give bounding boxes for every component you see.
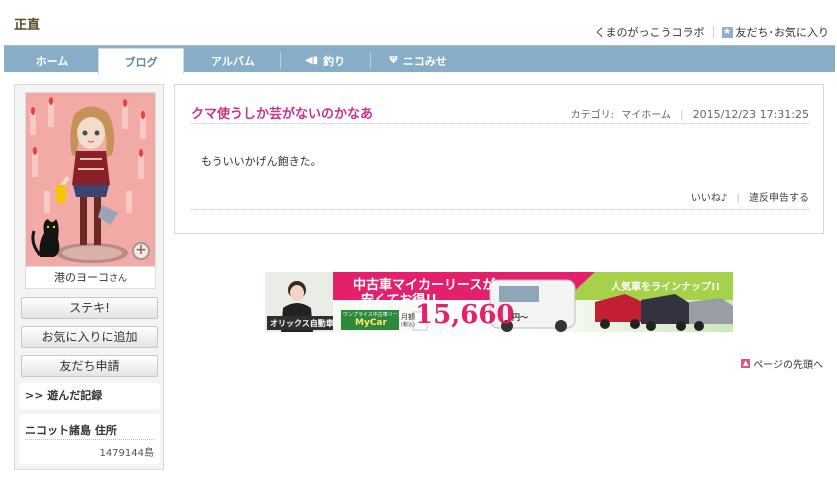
ad-banner[interactable]: 中古車マイカーリースが 安くてお得!! オリックス自動車 ワンプライス中古車リー… (265, 272, 733, 332)
ad-price: 15,660 (415, 300, 515, 330)
ad-price-yen: 円〜 (512, 313, 528, 322)
category-label: カテゴリ: (570, 110, 615, 121)
post-actions: いいね♪ | 違反申告する (691, 189, 809, 204)
played-record-link[interactable]: >> 遊んだ記録 (19, 383, 160, 409)
page-title: 正直 (14, 18, 41, 33)
nav-bar: ホーム ブログ アルバム ◀▮ 釣り Ψ ニコみせ (4, 45, 835, 74)
top-links: くまのがっこうコラボ ★ 友だち･お気に入り (595, 24, 830, 40)
arrow-up-icon: ▲ (741, 359, 751, 368)
tab-blog[interactable]: ブログ (98, 48, 184, 74)
owner-suffix: さん (108, 274, 127, 284)
owner-name-text: 港のヨーコ (53, 271, 109, 284)
fork-knife-icon: Ψ (389, 55, 398, 66)
divider (370, 52, 371, 69)
report-link[interactable]: 違反申告する (749, 193, 809, 204)
category-link[interactable]: マイホーム (621, 110, 671, 121)
like-link[interactable]: いいね♪ (691, 193, 727, 204)
post-meta: カテゴリ: マイホーム | 2015/12/23 17:31:25 (571, 106, 809, 121)
ad-brand-top: ワンプライス中古車リース (343, 312, 403, 318)
collab-link[interactable]: くまのがっこうコラボ (595, 24, 705, 40)
tab-home[interactable]: ホーム (8, 48, 96, 73)
divider: | (680, 110, 684, 121)
blog-post: クマ使うしか芸がないのかなあ カテゴリ: マイホーム | 2015/12/23 … (174, 84, 824, 234)
post-date: 2015/12/23 17:31:25 (692, 108, 809, 121)
fish-icon: ◀▮ (304, 55, 319, 66)
tab-fishing-label: 釣り (323, 54, 346, 68)
divider (280, 52, 281, 69)
page-top-label: ページの先頭へ (753, 360, 823, 371)
ad-brand: MyCar (355, 318, 387, 328)
divider (25, 439, 154, 440)
tab-blog-label: ブログ (124, 55, 158, 69)
tab-album-label: アルバム (211, 54, 255, 68)
divider: | (736, 193, 740, 204)
suteki-button[interactable]: ステキ! (21, 297, 158, 319)
divider (191, 209, 809, 210)
address-box: ニコット諸島 住所 1479144島 (19, 414, 160, 464)
tab-nicomise-label: ニコみせ (402, 54, 447, 68)
page-top-link[interactable]: ▲ ページの先頭へ (741, 356, 823, 371)
owner-name: 港のヨーコさん (25, 267, 156, 289)
add-favorite-button[interactable]: お気に入りに追加 (21, 326, 158, 348)
ad-lineup: 人気車をラインナップ!! (611, 282, 721, 293)
blog-post-inner: クマ使うしか芸がないのかなあ カテゴリ: マイホーム | 2015/12/23 … (183, 93, 815, 225)
post-title[interactable]: クマ使うしか芸がないのかなあ (191, 103, 373, 122)
star-icon: ★ (721, 26, 733, 38)
tab-home-label: ホーム (35, 54, 69, 68)
avatar[interactable]: + (25, 92, 156, 267)
divider (712, 26, 714, 38)
tab-fishing[interactable]: ◀▮ 釣り (282, 48, 368, 73)
friend-request-button[interactable]: 友だち申請 (21, 355, 158, 377)
post-body: もういいかげん飽きた。 (201, 155, 322, 168)
tab-nicomise[interactable]: Ψ ニコみせ (372, 48, 464, 73)
divider (191, 123, 809, 124)
address-label: ニコット諸島 住所 (25, 424, 117, 437)
avatar-illustration (26, 93, 155, 266)
profile-sidebar: + 港のヨーコさん ステキ! お気に入りに追加 友だち申請 >> 遊んだ記録 ニ… (14, 84, 164, 470)
address-value: 1479144島 (99, 448, 154, 459)
tab-album[interactable]: アルバム (188, 48, 278, 73)
ad-company: オリックス自動車 (270, 319, 334, 328)
zoom-in-icon[interactable]: + (132, 242, 150, 260)
ad-price-unit: (税込) (401, 322, 415, 328)
friends-favorites-link[interactable]: 友だち･お気に入り (736, 24, 830, 40)
